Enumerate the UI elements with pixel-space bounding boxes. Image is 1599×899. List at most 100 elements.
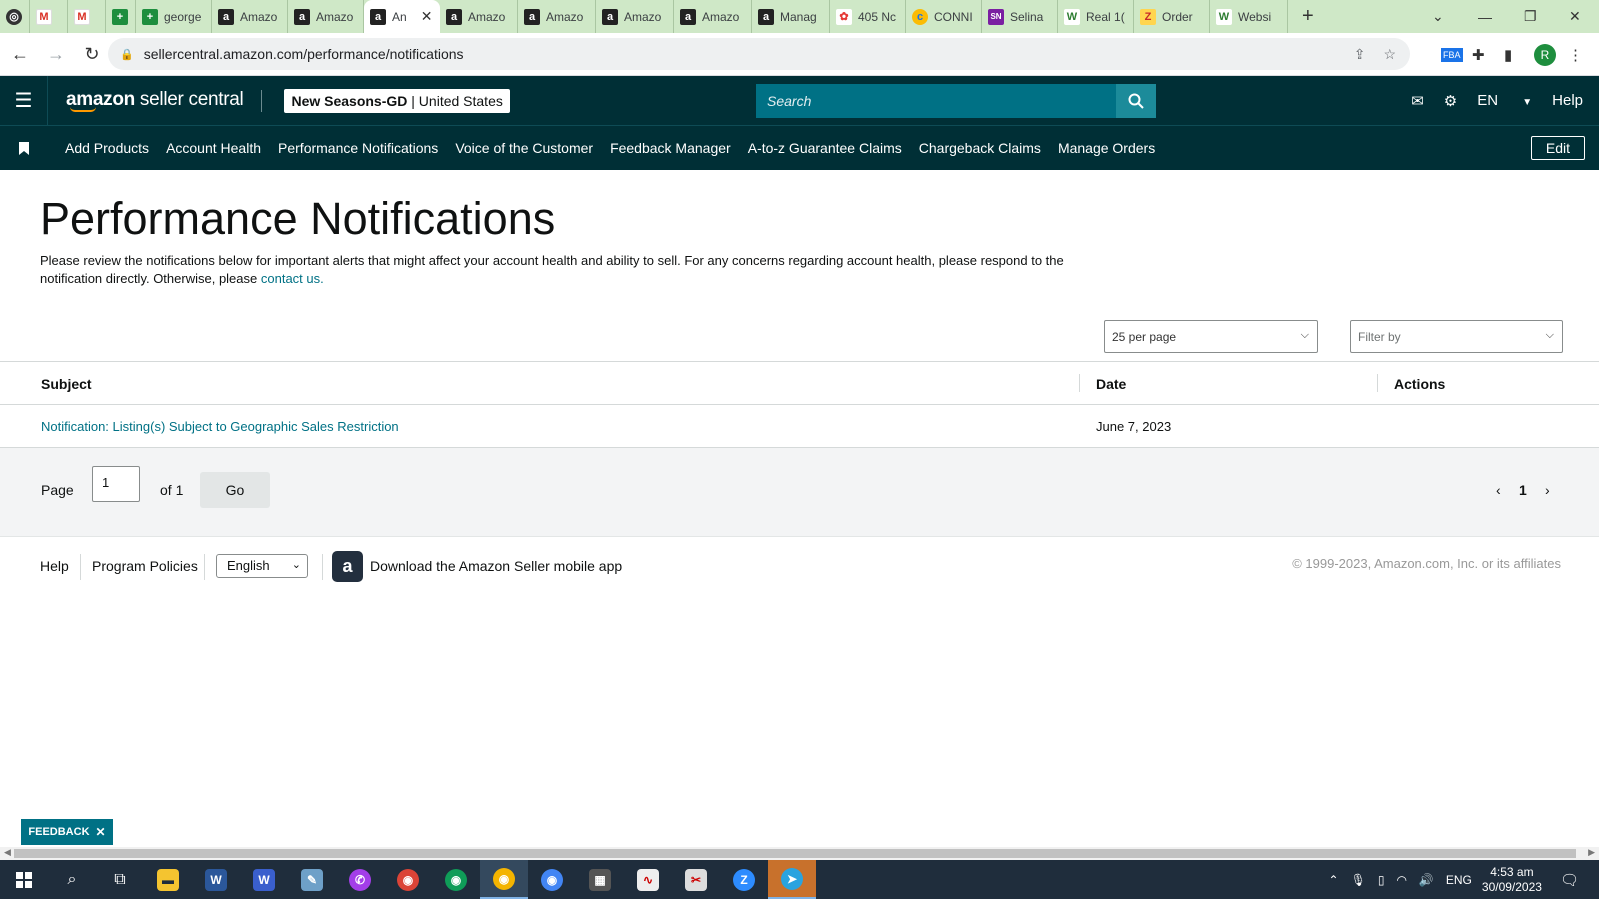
search-input[interactable]: Search [756, 84, 1156, 118]
zoom-icon[interactable]: Z [720, 860, 768, 899]
bookmark-star-icon[interactable]: ☆ [1383, 46, 1396, 63]
browser-tab[interactable]: a Manag [752, 0, 830, 33]
file-explorer-icon[interactable]: ▬ [144, 860, 192, 899]
seller-central-logo[interactable]: amazon seller central [66, 89, 244, 112]
feedback-button[interactable]: FEEDBACK ✕ [21, 819, 113, 845]
task-view-icon[interactable]: ⧉ [96, 860, 144, 899]
mail-icon[interactable]: ✉ [1411, 92, 1424, 110]
messenger-icon[interactable]: ✆ [336, 860, 384, 899]
scrollbar-thumb[interactable] [14, 849, 1576, 858]
show-hidden-icons-icon[interactable]: ⌃ [1329, 873, 1339, 887]
minimize-icon[interactable]: — [1478, 0, 1492, 33]
nav-account-health[interactable]: Account Health [166, 140, 261, 156]
per-page-select[interactable]: 25 per page ⌵ [1104, 320, 1318, 353]
store-switcher[interactable]: New Seasons-GD | United States [284, 88, 510, 113]
browser-tab[interactable]: c CONNI [906, 0, 982, 33]
browser-tab[interactable]: + george [136, 0, 212, 33]
close-window-icon[interactable]: ✕ [1569, 0, 1581, 33]
bookmark-icon[interactable] [0, 141, 48, 155]
notifications-icon[interactable]: 🗨 [1560, 871, 1579, 889]
scroll-right-icon[interactable]: ▶ [1588, 847, 1595, 858]
browser-tab[interactable]: a Amazo [674, 0, 752, 33]
input-language[interactable]: ENG [1446, 873, 1472, 887]
browser-tab[interactable]: a Amazo [518, 0, 596, 33]
browser-tab[interactable]: W Websi [1210, 0, 1288, 33]
nav-voice-of-the-customer[interactable]: Voice of the Customer [455, 140, 593, 156]
amazon-seller-app-icon[interactable]: a [332, 551, 363, 582]
horizontal-scrollbar[interactable]: ◀ ▶ [0, 847, 1599, 860]
nav-manage-orders[interactable]: Manage Orders [1058, 140, 1155, 156]
notes-icon[interactable]: ✎ [288, 860, 336, 899]
paint-app-icon[interactable]: ✂ [672, 860, 720, 899]
browser-tab[interactable]: M [30, 0, 68, 33]
filter-by-select[interactable]: Filter by ⌵ [1350, 320, 1563, 353]
page-number-input[interactable]: 1 [92, 466, 140, 502]
browser-tab[interactable]: a Amazo [440, 0, 518, 33]
browser-tab[interactable]: ◎ [0, 0, 30, 33]
browser-tab[interactable]: a Amazo [212, 0, 288, 33]
chart-app-icon[interactable]: ∿ [624, 860, 672, 899]
column-header-date[interactable]: Date [1096, 362, 1126, 405]
scroll-left-icon[interactable]: ◀ [4, 847, 11, 858]
microphone-icon[interactable]: 🎙 [1351, 873, 1366, 887]
footer-help-link[interactable]: Help [40, 558, 69, 574]
next-page-icon[interactable]: › [1545, 482, 1550, 498]
wps-writer-icon[interactable]: W [240, 860, 288, 899]
footer-program-policies-link[interactable]: Program Policies [92, 558, 198, 574]
windows-start-icon[interactable] [0, 860, 48, 899]
download-app-link[interactable]: Download the Amazon Seller mobile app [370, 558, 622, 574]
taskbar-search-icon[interactable]: ⌕ [48, 860, 96, 899]
go-button[interactable]: Go [200, 472, 270, 508]
close-icon[interactable]: ✕ [96, 825, 106, 839]
browser-tab[interactable]: M [68, 0, 106, 33]
telegram-icon[interactable]: ➤ [768, 860, 816, 899]
nav-feedback-manager[interactable]: Feedback Manager [610, 140, 731, 156]
nav-chargeback-claims[interactable]: Chargeback Claims [919, 140, 1041, 156]
battery-icon[interactable]: ▯ [1378, 873, 1385, 887]
taskbar-clock[interactable]: 4:53 am 30/09/2023 [1482, 865, 1542, 895]
browser-tab[interactable]: SN Selina [982, 0, 1058, 33]
hamburger-menu-icon[interactable]: ☰ [0, 76, 48, 125]
new-tab-button[interactable]: + [1302, 5, 1314, 28]
nav-performance-notifications[interactable]: Performance Notifications [278, 140, 438, 156]
volume-icon[interactable]: 🔊 [1419, 873, 1434, 887]
browser-tab[interactable]: W Real 1( [1058, 0, 1134, 33]
help-link[interactable]: Help [1552, 92, 1583, 109]
extension-fba-icon[interactable]: FBA [1441, 33, 1463, 76]
browser-tab[interactable]: ✿ 405 Nc [830, 0, 906, 33]
gear-icon[interactable]: ⚙ [1444, 92, 1457, 110]
browser-tab[interactable]: + [106, 0, 136, 33]
footer-language-select[interactable]: English ⌄ [216, 554, 308, 578]
search-button[interactable] [1116, 84, 1156, 118]
word-icon[interactable]: W [192, 860, 240, 899]
menu-kebab-icon[interactable]: ⋮ [1568, 33, 1583, 76]
tab-search-icon[interactable]: ⌄ [1432, 0, 1444, 33]
calculator-icon[interactable]: ▦ [576, 860, 624, 899]
chrome-icon[interactable]: ◉ [432, 860, 480, 899]
profile-avatar[interactable]: R [1534, 33, 1556, 76]
back-icon[interactable]: ← [4, 44, 36, 65]
puzzle-icon[interactable]: ✚ [1472, 33, 1485, 76]
close-icon[interactable]: ✕ [421, 8, 433, 25]
current-page-number[interactable]: 1 [1519, 482, 1527, 498]
wifi-icon[interactable]: ◠ [1396, 873, 1406, 887]
reload-icon[interactable]: ↻ [76, 44, 108, 65]
side-panel-icon[interactable]: ▮ [1504, 33, 1512, 76]
edit-nav-button[interactable]: Edit [1530, 136, 1585, 160]
forward-icon[interactable]: → [40, 44, 72, 65]
browser-tab[interactable]: a Amazo [288, 0, 364, 33]
browser-tab-active[interactable]: a An ✕ [364, 0, 440, 33]
address-bar[interactable]: 🔒 sellercentral.amazon.com/performance/n… [108, 38, 1410, 70]
contact-us-link[interactable]: contact us. [261, 271, 324, 286]
chrome-icon[interactable]: ◉ [528, 860, 576, 899]
previous-page-icon[interactable]: ‹ [1496, 482, 1501, 498]
restore-icon[interactable]: ❐ [1524, 0, 1537, 33]
share-icon[interactable]: ⇪ [1354, 46, 1366, 63]
chrome-icon[interactable]: ◉ [384, 860, 432, 899]
nav-a-to-z-claims[interactable]: A-to-z Guarantee Claims [748, 140, 902, 156]
language-selector[interactable]: EN ▼ [1477, 92, 1532, 109]
browser-tab[interactable]: Z Order [1134, 0, 1210, 33]
column-header-subject[interactable]: Subject [41, 362, 92, 405]
chrome-icon[interactable]: ◉ [480, 860, 528, 899]
lock-icon[interactable]: 🔒 [120, 48, 134, 61]
